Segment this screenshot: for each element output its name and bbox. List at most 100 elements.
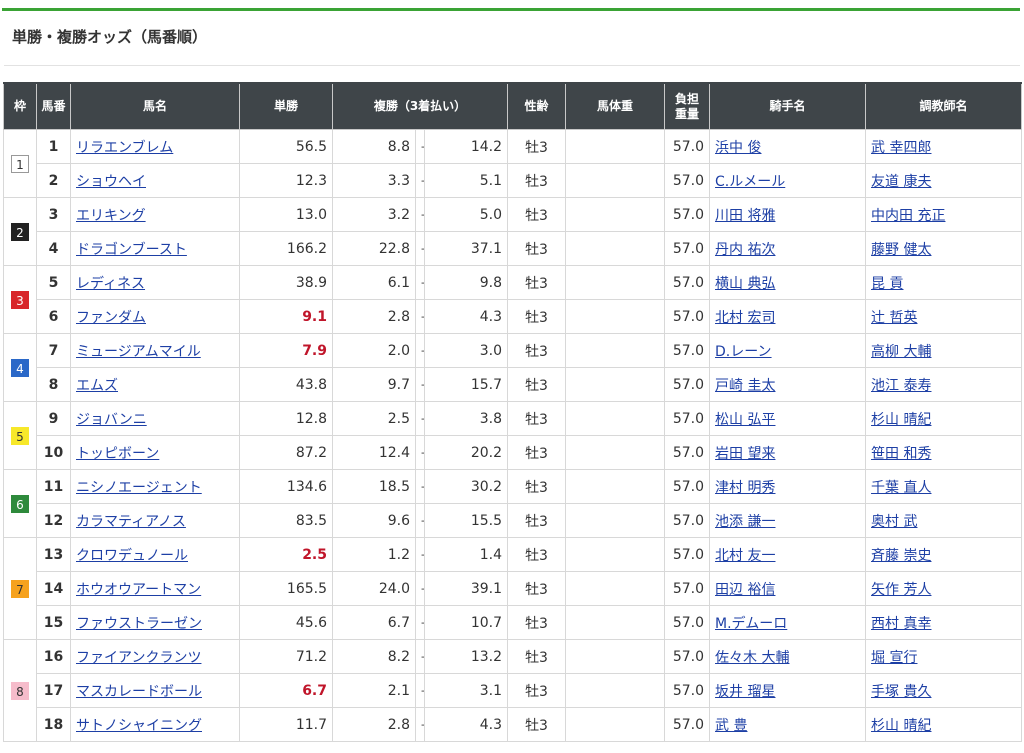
horse-name-link[interactable]: ドラゴンブースト [76,242,187,258]
fukusho-max-cell: 3.1 [423,673,509,708]
horse-name-link[interactable]: リラエンブレム [76,140,173,156]
horse-name-cell: ショウヘイ [70,163,240,198]
horse-name-link[interactable]: ホウオウアートマン [76,582,201,598]
fukusho-max-cell: 9.8 [423,265,509,300]
trainer-link[interactable]: 斉藤 崇史 [871,548,931,564]
umaban-cell: 10 [36,435,71,470]
horse-name-link[interactable]: マスカレードボール [76,684,202,700]
tansho-odds: 11.7 [295,716,327,733]
header-fukusho: 複勝（3着払い） [331,82,509,130]
sex-age-cell: 牡3 [507,197,567,232]
umaban-cell: 8 [36,367,71,402]
jockey-link[interactable]: 岩田 望来 [715,446,775,462]
tansho-cell: 87.2 [239,435,333,470]
horse-name-link[interactable]: トッピボーン [76,446,159,462]
jockey-link[interactable]: 田辺 裕信 [715,582,775,598]
fukusho-min-cell: 18.5 [332,469,416,504]
trainer-link[interactable]: 千葉 直人 [871,480,931,496]
jockey-link[interactable]: 戸崎 圭太 [715,378,775,394]
trainer-link[interactable]: 堀 宣行 [871,650,917,666]
trainer-cell: 手塚 貴久 [865,673,1023,708]
fukusho-separator: - [415,367,425,402]
futan-cell: 57.0 [664,299,711,334]
jockey-cell: 戸崎 圭太 [709,367,867,402]
horse-name-link[interactable]: サトノシャイニング [76,718,202,734]
jockey-link[interactable]: C.ルメール [715,174,785,190]
umaban-cell: 7 [36,333,71,368]
title-divider [4,65,1020,66]
umaban-cell: 12 [36,503,71,538]
trainer-link[interactable]: 藤野 健太 [871,242,931,258]
jockey-link[interactable]: 松山 弘平 [715,412,775,428]
jockey-link[interactable]: 武 豊 [715,718,747,734]
futan-cell: 57.0 [664,163,711,198]
trainer-link[interactable]: 杉山 晴紀 [871,412,931,428]
futan-cell: 57.0 [664,333,711,368]
trainer-link[interactable]: 矢作 芳人 [871,582,931,598]
horse-name-link[interactable]: クロワデュノール [76,548,188,564]
tansho-odds: 71.2 [295,648,327,665]
futan-cell: 57.0 [664,673,711,708]
jockey-link[interactable]: 佐々木 大輔 [715,650,789,666]
trainer-link[interactable]: 昆 貢 [871,276,903,292]
table-row: 59 ジョバンニ 12.8 2.5-3.8牡3 57.0松山 弘平 杉山 晴紀 [3,401,1023,470]
horse-name-link[interactable]: ファイアンクランツ [76,650,201,666]
weight-cell [565,163,666,198]
jockey-link[interactable]: 浜中 俊 [715,140,761,156]
horse-name-link[interactable]: ミュージアムマイル [76,344,201,360]
fukusho-separator: - [415,333,425,368]
jockey-link[interactable]: 池添 謙一 [715,514,775,530]
trainer-link[interactable]: 武 幸四郎 [871,140,931,156]
horse-name-link[interactable]: ニシノエージェント [76,480,202,496]
fukusho-min-cell: 2.5 [332,401,416,436]
trainer-link[interactable]: 杉山 晴紀 [871,718,931,734]
futan-cell: 57.0 [664,605,711,640]
horse-name-link[interactable]: ジョバンニ [76,412,147,428]
sex-age-cell: 牡3 [507,299,567,334]
jockey-link[interactable]: D.レーン [715,344,772,360]
odds-table: 枠 馬番 馬名 単勝 複勝（3着払い） 性齢 馬体重 負担 重量 騎手名 調教師名… [3,82,1023,742]
fukusho-separator: - [415,673,425,708]
waku-badge: 5 [11,426,29,445]
trainer-link[interactable]: 笹田 和秀 [871,446,931,462]
weight-cell [565,537,666,572]
futan-cell: 57.0 [664,197,711,232]
jockey-link[interactable]: 横山 典弘 [715,276,775,292]
trainer-link[interactable]: 奥村 武 [871,514,917,530]
horse-name-link[interactable]: カラマティアノス [76,514,186,530]
trainer-link[interactable]: 手塚 貴久 [871,684,931,700]
trainer-link[interactable]: 西村 真幸 [871,616,931,632]
header-futan-line2: 重量 [675,106,700,121]
weight-cell [565,299,666,334]
jockey-link[interactable]: 津村 明秀 [715,480,775,496]
horse-name-link[interactable]: ファウストラーゼン [76,616,202,632]
jockey-link[interactable]: 北村 宏司 [715,310,775,326]
trainer-link[interactable]: 辻 哲英 [871,310,917,326]
trainer-link[interactable]: 友道 康夫 [871,174,931,190]
jockey-link[interactable]: M.デムーロ [715,616,787,632]
trainer-cell: 高柳 大輔 [865,333,1023,368]
jockey-link[interactable]: 坂井 瑠星 [715,684,775,700]
horse-name-cell: ドラゴンブースト [70,231,240,266]
tansho-odds: 56.5 [295,138,327,155]
tansho-odds: 87.2 [295,444,327,461]
trainer-link[interactable]: 池江 泰寿 [871,378,931,394]
jockey-link[interactable]: 北村 友一 [715,548,775,564]
sex-age-cell: 牡3 [507,435,567,470]
weight-cell [565,265,666,300]
fukusho-min-cell: 2.8 [332,299,416,334]
horse-name-link[interactable]: エリキング [76,208,146,224]
jockey-link[interactable]: 丹内 祐次 [715,242,775,258]
horse-name-link[interactable]: レディネス [76,276,145,292]
fukusho-separator: - [415,469,425,504]
horse-name-link[interactable]: エムズ [76,378,118,394]
jockey-link[interactable]: 川田 将雅 [715,208,775,224]
sex-age-cell: 牡3 [507,163,567,198]
trainer-link[interactable]: 中内田 充正 [871,208,945,224]
fukusho-min-cell: 9.7 [332,367,416,402]
horse-name-link[interactable]: ファンダム [76,310,146,326]
table-row: 23 エリキング 13.0 3.2-5.0牡3 57.0川田 将雅 中内田 充正 [3,197,1023,266]
trainer-link[interactable]: 高柳 大輔 [871,344,931,360]
table-row: 14 ホウオウアートマン 165.5 24.0-39.1牡3 57.0田辺 裕信 矢作 芳… [4,571,1023,606]
horse-name-link[interactable]: ショウヘイ [76,174,146,190]
